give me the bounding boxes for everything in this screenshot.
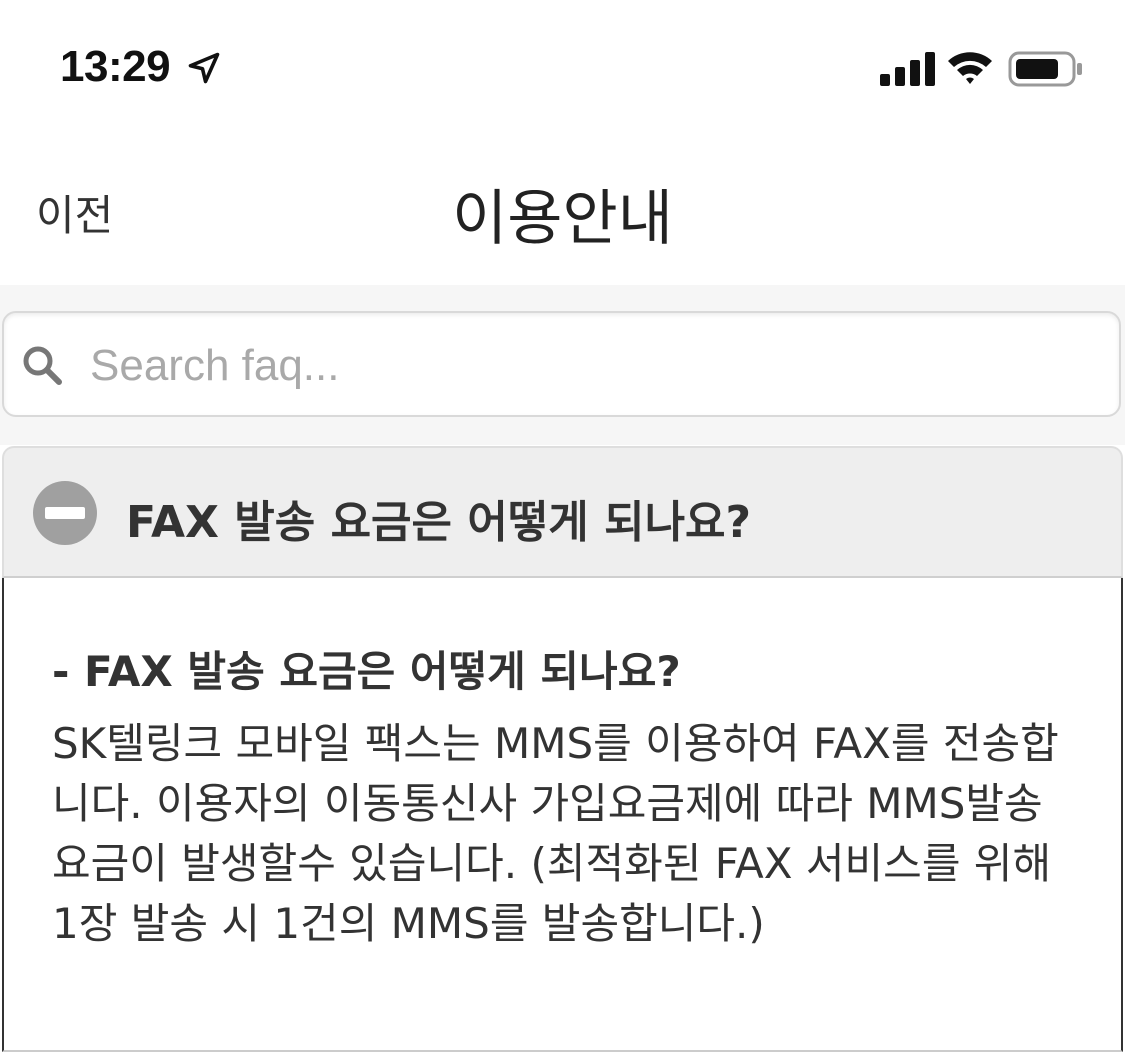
search-icon xyxy=(23,346,62,385)
search-input[interactable] xyxy=(88,327,1102,405)
status-bar: 13:29 xyxy=(0,0,1125,130)
page-title: 이용안내 xyxy=(452,184,673,254)
faq-question: FAX 발송 요금은 어떻게 되나요? xyxy=(126,497,752,548)
search-box[interactable] xyxy=(2,311,1121,417)
location-arrow-icon xyxy=(188,52,220,84)
battery-icon xyxy=(1008,51,1082,87)
faq-answer-panel: - FAX 발송 요금은 어떻게 되나요? SK텔링크 모바일 팩스는 MMS를… xyxy=(2,578,1123,1052)
status-time: 13:29 xyxy=(60,42,171,91)
wifi-icon xyxy=(948,52,992,84)
navigation-bar: 이전 이용안내 xyxy=(0,130,1125,285)
cellular-signal-icon xyxy=(880,52,935,86)
answer-title: - FAX 발송 요금은 어떻게 되나요? xyxy=(52,647,681,696)
faq-item-header[interactable]: FAX 발송 요금은 어떻게 되나요? xyxy=(2,446,1123,578)
answer-text: SK텔링크 모바일 팩스는 MMS를 이용하여 FAX를 전송합니다. 이용자의… xyxy=(52,719,1059,948)
search-area xyxy=(0,285,1125,445)
minus-circle-icon[interactable] xyxy=(32,480,98,546)
